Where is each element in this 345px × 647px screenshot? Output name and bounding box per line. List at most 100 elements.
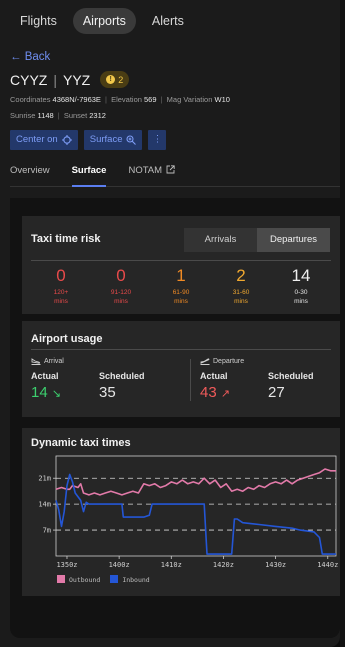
meta-divider: | [160, 95, 163, 104]
sunset-value: 2312 [89, 111, 106, 120]
usage-column-divider [190, 359, 191, 401]
arrival-caption: Arrival [31, 357, 181, 365]
x-tick-label: 1430z [265, 561, 286, 569]
alert-badge[interactable]: ! 2 [100, 71, 130, 88]
more-options-button[interactable]: ⋮ [148, 130, 167, 150]
airport-usage-card: Airport usage Arrival Actual Scheduled 1… [22, 321, 340, 417]
arrival-scheduled-label: Scheduled [99, 371, 145, 381]
zoom-icon [126, 135, 137, 145]
taxi-risk-title: Taxi time risk [31, 233, 101, 245]
risk-bucket-count: 2 [236, 266, 246, 285]
dynamic-taxi-title: Dynamic taxi times [31, 437, 131, 449]
plot-frame [55, 455, 337, 557]
dynamic-taxi-card: Dynamic taxi times 21m 14m 7m 1350z 1400z 141… [22, 428, 340, 596]
meta-divider: | [57, 111, 60, 120]
risk-bucket: 14 0-30 mins [271, 261, 331, 314]
surface-content: Taxi time risk Arrivals Departures 0 120+… [10, 198, 340, 638]
departure-actual-label: Actual [200, 371, 228, 381]
elevation-value: 569 [144, 95, 157, 104]
risk-bucket: 0 120+ mins [31, 261, 91, 314]
risk-bucket: 2 31-60 mins [211, 261, 271, 314]
taxi-times-chart: 21m 14m 7m 1350z 1400z 1410z 1420z 1430z 1440z [38, 455, 338, 569]
nav-tab-airports[interactable]: Airports [72, 8, 136, 34]
y-tick-label: 21m [38, 475, 51, 483]
legend-outbound-swatch [57, 575, 65, 583]
back-link[interactable]: ← Back [10, 51, 50, 63]
x-tick-label: 1410z [161, 561, 182, 569]
legend-outbound-label: Outbound [69, 576, 101, 584]
nav-tab-flights[interactable]: Flights [10, 8, 67, 34]
departure-actual-value: 43 [200, 384, 217, 401]
tab-overview[interactable]: Overview [10, 165, 50, 187]
usage-divider [31, 349, 331, 350]
series-line-inbound [55, 473, 336, 555]
risk-bucket: 0 91-120 mins [91, 261, 151, 314]
toggle-departures[interactable]: Departures [257, 228, 330, 252]
top-nav: Flights Airports Alerts [10, 8, 194, 34]
legend-inbound-label: Inbound [122, 576, 150, 584]
taxi-risk-card: Taxi time risk Arrivals Departures 0 120+… [22, 216, 340, 314]
risk-buckets: 0 120+ mins 0 91-120 mins 1 61-90 mins 2 31-60 mins… [31, 260, 331, 314]
risk-bucket-unit: mins [234, 298, 248, 305]
risk-bucket: 1 61-90 mins [151, 261, 211, 314]
risk-bucket-count: 0 [116, 266, 126, 285]
sunrise-label: Sunrise [10, 111, 36, 120]
chart-legend: Outbound Inbound [57, 575, 150, 584]
action-buttons: Center on Surface ⋮ [10, 130, 167, 150]
sunset-label: Sunset [63, 111, 88, 120]
plane-takeoff-icon [200, 358, 210, 365]
risk-bucket-count: 0 [56, 266, 66, 285]
x-tick-label: 1420z [213, 561, 234, 569]
coordinates-label: Coordinates [10, 95, 51, 104]
arrival-actual-value: 14 [31, 384, 48, 401]
risk-bucket-range: 120+ [53, 289, 69, 296]
detail-tabs: Overview Surface NOTAM [10, 165, 340, 187]
tab-notam-label: NOTAM [128, 165, 163, 176]
airport-iata: YYZ [62, 71, 91, 88]
risk-bucket-unit: mins [174, 298, 188, 305]
arrivals-departures-toggle: Arrivals Departures [184, 228, 330, 252]
airport-icao: CYYZ [10, 71, 48, 88]
arrival-label: Arrival [44, 357, 64, 365]
airport-meta-1: Coordinates 4368N/-7963E | Elevation 569… [10, 95, 230, 104]
risk-bucket-range: 61-90 [172, 289, 190, 296]
arrival-stats: Arrival Actual Scheduled 14 ↘ 35 [31, 357, 181, 402]
risk-bucket-range: 31-60 [232, 289, 250, 296]
risk-bucket-unit: mins [114, 298, 128, 305]
title-separator: | [53, 71, 57, 88]
departure-scheduled-label: Scheduled [268, 371, 314, 381]
trend-down-icon: ↘ [51, 388, 62, 400]
external-link-icon [166, 165, 175, 174]
magvar-value: W10 [214, 95, 230, 104]
center-on-button[interactable]: Center on [10, 130, 78, 150]
surface-label: Surface [89, 134, 123, 145]
legend-inbound: Inbound [110, 575, 150, 584]
tab-overview-label: Overview [10, 165, 50, 176]
surface-button[interactable]: Surface [83, 130, 143, 150]
tab-notam[interactable]: NOTAM [128, 165, 175, 187]
tab-surface[interactable]: Surface [71, 165, 107, 187]
departure-label: Departure [213, 357, 245, 365]
risk-bucket-count: 1 [176, 266, 186, 285]
departure-caption: Departure [200, 357, 345, 365]
risk-bucket-range: 91-120 [110, 289, 132, 296]
x-tick-label: 1440z [317, 561, 338, 569]
coordinates-value: 4368N/-7963E [52, 95, 101, 104]
airport-usage-title: Airport usage [31, 333, 103, 345]
tab-surface-label: Surface [71, 165, 107, 176]
alert-count: 2 [118, 74, 124, 85]
departure-scheduled-value: 27 [268, 384, 285, 401]
airport-panel: Flights Airports Alerts ← Back CYYZ | YY… [0, 0, 340, 647]
toggle-arrivals[interactable]: Arrivals [184, 228, 257, 252]
risk-bucket-count: 14 [291, 266, 311, 285]
plane-landing-icon [31, 358, 41, 365]
right-edge [340, 0, 345, 647]
meta-divider: | [105, 95, 107, 104]
risk-bucket-range: 0-30 [294, 289, 308, 296]
elevation-label: Elevation [111, 95, 142, 104]
nav-tab-alerts[interactable]: Alerts [142, 8, 194, 34]
arrival-scheduled-value: 35 [99, 384, 116, 401]
trend-up-icon: ↗ [220, 388, 231, 400]
risk-bucket-unit: mins [54, 298, 68, 305]
y-tick-label: 7m [43, 527, 51, 535]
